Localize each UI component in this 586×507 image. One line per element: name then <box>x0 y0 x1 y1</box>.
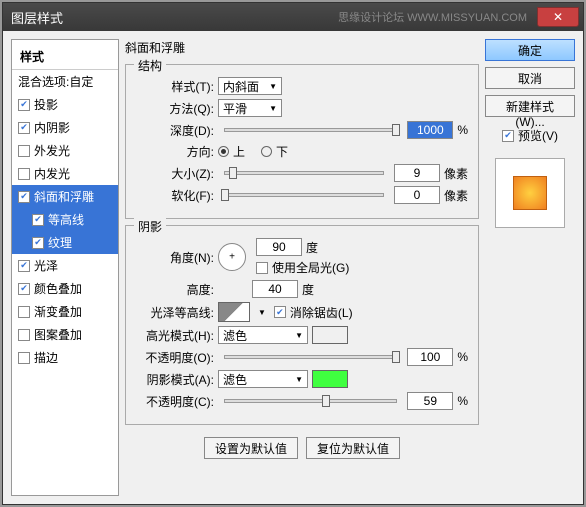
window-title: 图层样式 <box>11 8 63 27</box>
structure-legend: 结构 <box>134 57 166 74</box>
depth-unit: % <box>457 123 468 137</box>
checkbox-icon[interactable] <box>18 306 30 318</box>
structure-group: 结构 样式(T): 内斜面▼ 方法(Q): 平滑▼ 深度(D): 1000 % … <box>125 64 479 219</box>
layer-style-dialog: 图层样式 思缘设计论坛 WWW.MISSYUAN.COM ✕ 样式 混合选项:自… <box>2 2 584 505</box>
direction-label: 方向: <box>136 143 214 160</box>
list-item[interactable]: 内阴影 <box>12 116 118 139</box>
altitude-input[interactable]: 40 <box>252 280 298 298</box>
highlight-mode-label: 高光模式(H): <box>136 327 214 344</box>
depth-input[interactable]: 1000 <box>407 121 453 139</box>
soften-unit: 像素 <box>444 187 468 204</box>
direction-down-radio[interactable] <box>261 146 272 157</box>
list-item-texture[interactable]: 纹理 <box>12 231 118 254</box>
action-panel: 确定 取消 新建样式(W)... 预览(V) <box>485 39 575 496</box>
style-label: 样式(T): <box>136 78 214 95</box>
soften-slider[interactable] <box>224 193 384 197</box>
styles-header: 样式 <box>12 44 118 70</box>
section-title: 斜面和浮雕 <box>125 39 479 56</box>
preview-box <box>495 158 565 228</box>
new-style-button[interactable]: 新建样式(W)... <box>485 95 575 117</box>
shadow-opacity-input[interactable]: 59 <box>407 392 453 410</box>
list-item[interactable]: 光泽 <box>12 254 118 277</box>
settings-panel: 斜面和浮雕 结构 样式(T): 内斜面▼ 方法(Q): 平滑▼ 深度(D): 1… <box>125 39 479 496</box>
antialias-checkbox[interactable] <box>274 306 286 318</box>
altitude-unit: 度 <box>302 281 314 298</box>
checkbox-icon[interactable] <box>18 191 30 203</box>
shading-legend: 阴影 <box>134 218 166 235</box>
preview-swatch <box>513 176 547 210</box>
direction-up-radio[interactable] <box>218 146 229 157</box>
watermark: 思缘设计论坛 WWW.MISSYUAN.COM <box>338 9 527 25</box>
preview-checkbox[interactable] <box>502 130 514 142</box>
highlight-opacity-label: 不透明度(O): <box>136 349 214 366</box>
list-item-contour[interactable]: 等高线 <box>12 208 118 231</box>
checkbox-icon[interactable] <box>18 352 30 364</box>
set-default-button[interactable]: 设置为默认值 <box>204 437 298 459</box>
global-light-checkbox[interactable] <box>256 262 268 274</box>
opacity-unit2: % <box>457 394 468 408</box>
checkbox-icon[interactable] <box>18 168 30 180</box>
highlight-opacity-slider[interactable] <box>224 355 397 359</box>
checkbox-icon[interactable] <box>18 260 30 272</box>
shadow-mode-label: 阴影模式(A): <box>136 371 214 388</box>
global-light-label: 使用全局光(G) <box>272 259 349 276</box>
ok-button[interactable]: 确定 <box>485 39 575 61</box>
opacity-unit: % <box>457 350 468 364</box>
method-dropdown[interactable]: 平滑▼ <box>218 99 282 117</box>
gloss-contour-picker[interactable] <box>218 302 250 322</box>
angle-input[interactable]: 90 <box>256 238 302 256</box>
highlight-mode-dropdown[interactable]: 滤色▼ <box>218 326 308 344</box>
list-item[interactable]: 描边 <box>12 346 118 369</box>
checkbox-icon[interactable] <box>32 237 44 249</box>
gloss-contour-label: 光泽等高线: <box>136 304 214 321</box>
method-label: 方法(Q): <box>136 100 214 117</box>
list-item[interactable]: 投影 <box>12 93 118 116</box>
size-label: 大小(Z): <box>136 165 214 182</box>
list-item[interactable]: 渐变叠加 <box>12 300 118 323</box>
checkbox-icon[interactable] <box>32 214 44 226</box>
list-item[interactable]: 外发光 <box>12 139 118 162</box>
cancel-button[interactable]: 取消 <box>485 67 575 89</box>
chevron-down-icon: ▼ <box>295 375 303 384</box>
depth-slider[interactable] <box>224 128 397 132</box>
checkbox-icon[interactable] <box>18 329 30 341</box>
checkbox-icon[interactable] <box>18 283 30 295</box>
shadow-opacity-slider[interactable] <box>224 399 397 403</box>
size-unit: 像素 <box>444 165 468 182</box>
chevron-down-icon: ▼ <box>269 82 277 91</box>
angle-unit: 度 <box>306 239 318 256</box>
checkbox-icon[interactable] <box>18 99 30 111</box>
list-item-bevel[interactable]: 斜面和浮雕 <box>12 185 118 208</box>
styles-list: 样式 混合选项:自定 投影 内阴影 外发光 内发光 斜面和浮雕 等高线 纹理 光… <box>11 39 119 496</box>
highlight-color-swatch[interactable] <box>312 326 348 344</box>
chevron-down-icon[interactable]: ▼ <box>258 308 266 317</box>
shadow-mode-dropdown[interactable]: 滤色▼ <box>218 370 308 388</box>
highlight-opacity-input[interactable]: 100 <box>407 348 453 366</box>
shadow-color-swatch[interactable] <box>312 370 348 388</box>
titlebar: 图层样式 思缘设计论坛 WWW.MISSYUAN.COM ✕ <box>3 3 583 31</box>
size-slider[interactable] <box>224 171 384 175</box>
size-input[interactable]: 9 <box>394 164 440 182</box>
soften-label: 软化(F): <box>136 187 214 204</box>
angle-label: 角度(N): <box>136 249 214 266</box>
soften-input[interactable]: 0 <box>394 186 440 204</box>
depth-label: 深度(D): <box>136 122 214 139</box>
shadow-opacity-label: 不透明度(C): <box>136 393 214 410</box>
angle-dial[interactable] <box>218 243 246 271</box>
list-item[interactable]: 颜色叠加 <box>12 277 118 300</box>
chevron-down-icon: ▼ <box>295 331 303 340</box>
shading-group: 阴影 角度(N): 90 度 使用全局光(G) <box>125 225 479 425</box>
close-button[interactable]: ✕ <box>537 7 579 27</box>
checkbox-icon[interactable] <box>18 122 30 134</box>
checkbox-icon[interactable] <box>18 145 30 157</box>
antialias-label: 消除锯齿(L) <box>290 304 353 321</box>
style-dropdown[interactable]: 内斜面▼ <box>218 77 282 95</box>
chevron-down-icon: ▼ <box>269 104 277 113</box>
list-item[interactable]: 内发光 <box>12 162 118 185</box>
preview-label: 预览(V) <box>518 127 558 144</box>
blending-options[interactable]: 混合选项:自定 <box>12 70 118 93</box>
list-item[interactable]: 图案叠加 <box>12 323 118 346</box>
altitude-label: 高度: <box>136 281 214 298</box>
reset-default-button[interactable]: 复位为默认值 <box>306 437 400 459</box>
